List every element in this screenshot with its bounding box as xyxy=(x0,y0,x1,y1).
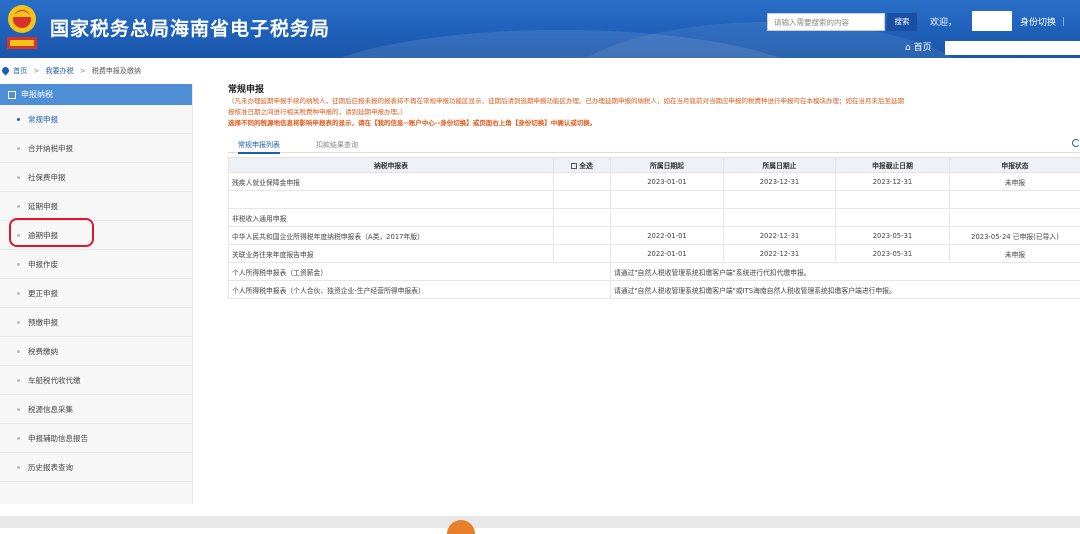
form-name[interactable]: 个人所得税申报表（个人合伙、独资企业-生产经营所得申报表） xyxy=(229,281,611,299)
column-header: 纳税申报表 xyxy=(229,158,554,173)
header-banner: 国家税务总局海南省电子税务局 请输入需要搜索的内容 搜索 欢迎， 身份切换 ｜ … xyxy=(0,0,1080,58)
tab-deduction-results[interactable]: 扣款结果查询 xyxy=(316,140,358,150)
tab-regular-list[interactable]: 常规申报列表 xyxy=(238,140,280,154)
sidebar-item-history[interactable]: 历史报表查询 xyxy=(0,453,192,482)
sidebar-item-social-security[interactable]: 社保费申报 xyxy=(0,163,192,192)
notice-text: 报核准日期之间进行相关税费种申报的，请到延期申报办理。） xyxy=(228,108,1080,117)
status-cell: 未申报 xyxy=(950,173,1080,191)
switch-identity-link[interactable]: 身份切换 ｜ xyxy=(1020,15,1068,28)
sidebar-item-void[interactable]: 申报作废 xyxy=(0,250,192,279)
main-content: 常规申报 （凡未办理延期申报手续的纳税人，征期后应报未报的报表将不再在常规申报功… xyxy=(228,82,1080,128)
breadcrumb-current: 税费申报及缴纳 xyxy=(92,67,141,75)
sidebar-heading[interactable]: 申报纳税 xyxy=(0,84,192,105)
breadcrumb-home[interactable]: 首页 xyxy=(13,67,27,75)
username-field xyxy=(972,11,1012,31)
highlight-annotation xyxy=(9,218,94,247)
breadcrumb-tax-service[interactable]: 我要办税 xyxy=(46,67,74,75)
notice-text: （凡未办理延期申报手续的纳税人，征期后应报未报的报表将不再在常规申报功能区显示，… xyxy=(228,97,1080,106)
page-title: 常规申报 xyxy=(228,82,1080,95)
checkbox-icon xyxy=(571,163,577,169)
notice-text: 选择不同的税源地信息将影响申报表的显示，请在【我的信息--账户中心--身份切换】… xyxy=(228,119,1080,128)
tab-bar: 常规申报列表 扣款结果查询 xyxy=(228,139,1080,153)
column-header: 所属日期止 xyxy=(724,158,836,173)
column-header: 所属日期起 xyxy=(611,158,724,173)
declaration-table: 纳税申报表 全选 所属日期起 所属日期止 申报截止日期 申报状态 残疾人就业保障… xyxy=(228,157,1080,299)
location-pin-icon xyxy=(1,66,11,76)
form-name[interactable]: 个人所得税申报表（工资薪金） xyxy=(229,263,611,281)
form-name[interactable]: 非税收入通用申报 xyxy=(229,209,554,227)
form-name[interactable]: 残疾人就业保障金申报 xyxy=(229,173,554,191)
sidebar-item-prepayment[interactable]: 预缴申报 xyxy=(0,308,192,337)
status-cell: 未申报 xyxy=(950,245,1080,263)
refresh-icon[interactable] xyxy=(1072,139,1080,147)
sidebar-item-deferred[interactable]: 延期申报 xyxy=(0,192,192,221)
table-row[interactable]: 非税收入通用申报 xyxy=(229,209,1080,227)
column-header: 申报截止日期 xyxy=(836,158,950,173)
sidebar-item-tax-payment[interactable]: 税费缴纳 xyxy=(0,337,192,366)
merged-note: 请通过"自然人税收管理系统扣缴客户端"或ITS海南自然人税收管理系统扣缴客户端进… xyxy=(611,281,1080,299)
table-row[interactable]: 个人所得税申报表（工资薪金） 请通过"自然人税收管理系统扣缴客户端"系统进行代扣… xyxy=(229,263,1080,281)
sidebar-item-tax-source[interactable]: 税源信息采集 xyxy=(0,395,192,424)
column-header: 申报状态 xyxy=(950,158,1080,173)
menu-icon xyxy=(8,91,16,99)
footer-bar xyxy=(0,516,1080,528)
table-row xyxy=(229,191,1080,209)
sidebar-item-consolidated[interactable]: 合并纳税申报 xyxy=(0,134,192,163)
home-icon: ⌂ xyxy=(905,43,911,53)
search-button[interactable]: 搜索 xyxy=(887,13,917,31)
tax-emblem-icon xyxy=(4,3,40,53)
table-header-row: 纳税申报表 全选 所属日期起 所属日期止 申报截止日期 申报状态 xyxy=(229,158,1080,173)
search-input[interactable]: 请输入需要搜索的内容 xyxy=(767,13,885,31)
header-nav-bar xyxy=(945,41,1080,55)
welcome-text: 欢迎， xyxy=(930,15,957,28)
merged-note: 请通过"自然人税收管理系统扣缴客户端"系统进行代扣代缴申报。 xyxy=(611,263,1080,281)
table-row[interactable]: 关联业务往来年度报告申报 2022-01-012022-12-31 2023-0… xyxy=(229,245,1080,263)
sidebar-item-regular-declaration[interactable]: 常规申报 xyxy=(0,105,192,134)
table-row[interactable]: 残疾人就业保障金申报 2023-01-01 2023-12-31 2023-12… xyxy=(229,173,1080,191)
sidebar-item-correction[interactable]: 更正申报 xyxy=(0,279,192,308)
select-all-checkbox[interactable]: 全选 xyxy=(554,158,611,173)
status-cell: 2023-05-24 已申报(已导入) xyxy=(950,227,1080,245)
sidebar-item-vehicle-tax[interactable]: 车船税代收代缴 xyxy=(0,366,192,395)
sidebar: 申报纳税 常规申报 合并纳税申报 社保费申报 延期申报 逾期申报 申报作废 更正… xyxy=(0,84,193,504)
table-row[interactable]: 中华人民共和国企业所得税年度纳税申报表（A类，2017年版） 2022-01-0… xyxy=(229,227,1080,245)
form-name[interactable]: 中华人民共和国企业所得税年度纳税申报表（A类，2017年版） xyxy=(229,227,554,245)
home-link[interactable]: ⌂ 首页 xyxy=(905,40,932,53)
table-row[interactable]: 个人所得税申报表（个人合伙、独资企业-生产经营所得申报表） 请通过"自然人税收管… xyxy=(229,281,1080,299)
sidebar-item-auxiliary-report[interactable]: 申报辅助信息报告 xyxy=(0,424,192,453)
form-name[interactable]: 关联业务往来年度报告申报 xyxy=(229,245,554,263)
breadcrumb: 首页 > 我要办税 > 税费申报及缴纳 xyxy=(2,66,141,76)
site-title: 国家税务总局海南省电子税务局 xyxy=(50,14,330,41)
